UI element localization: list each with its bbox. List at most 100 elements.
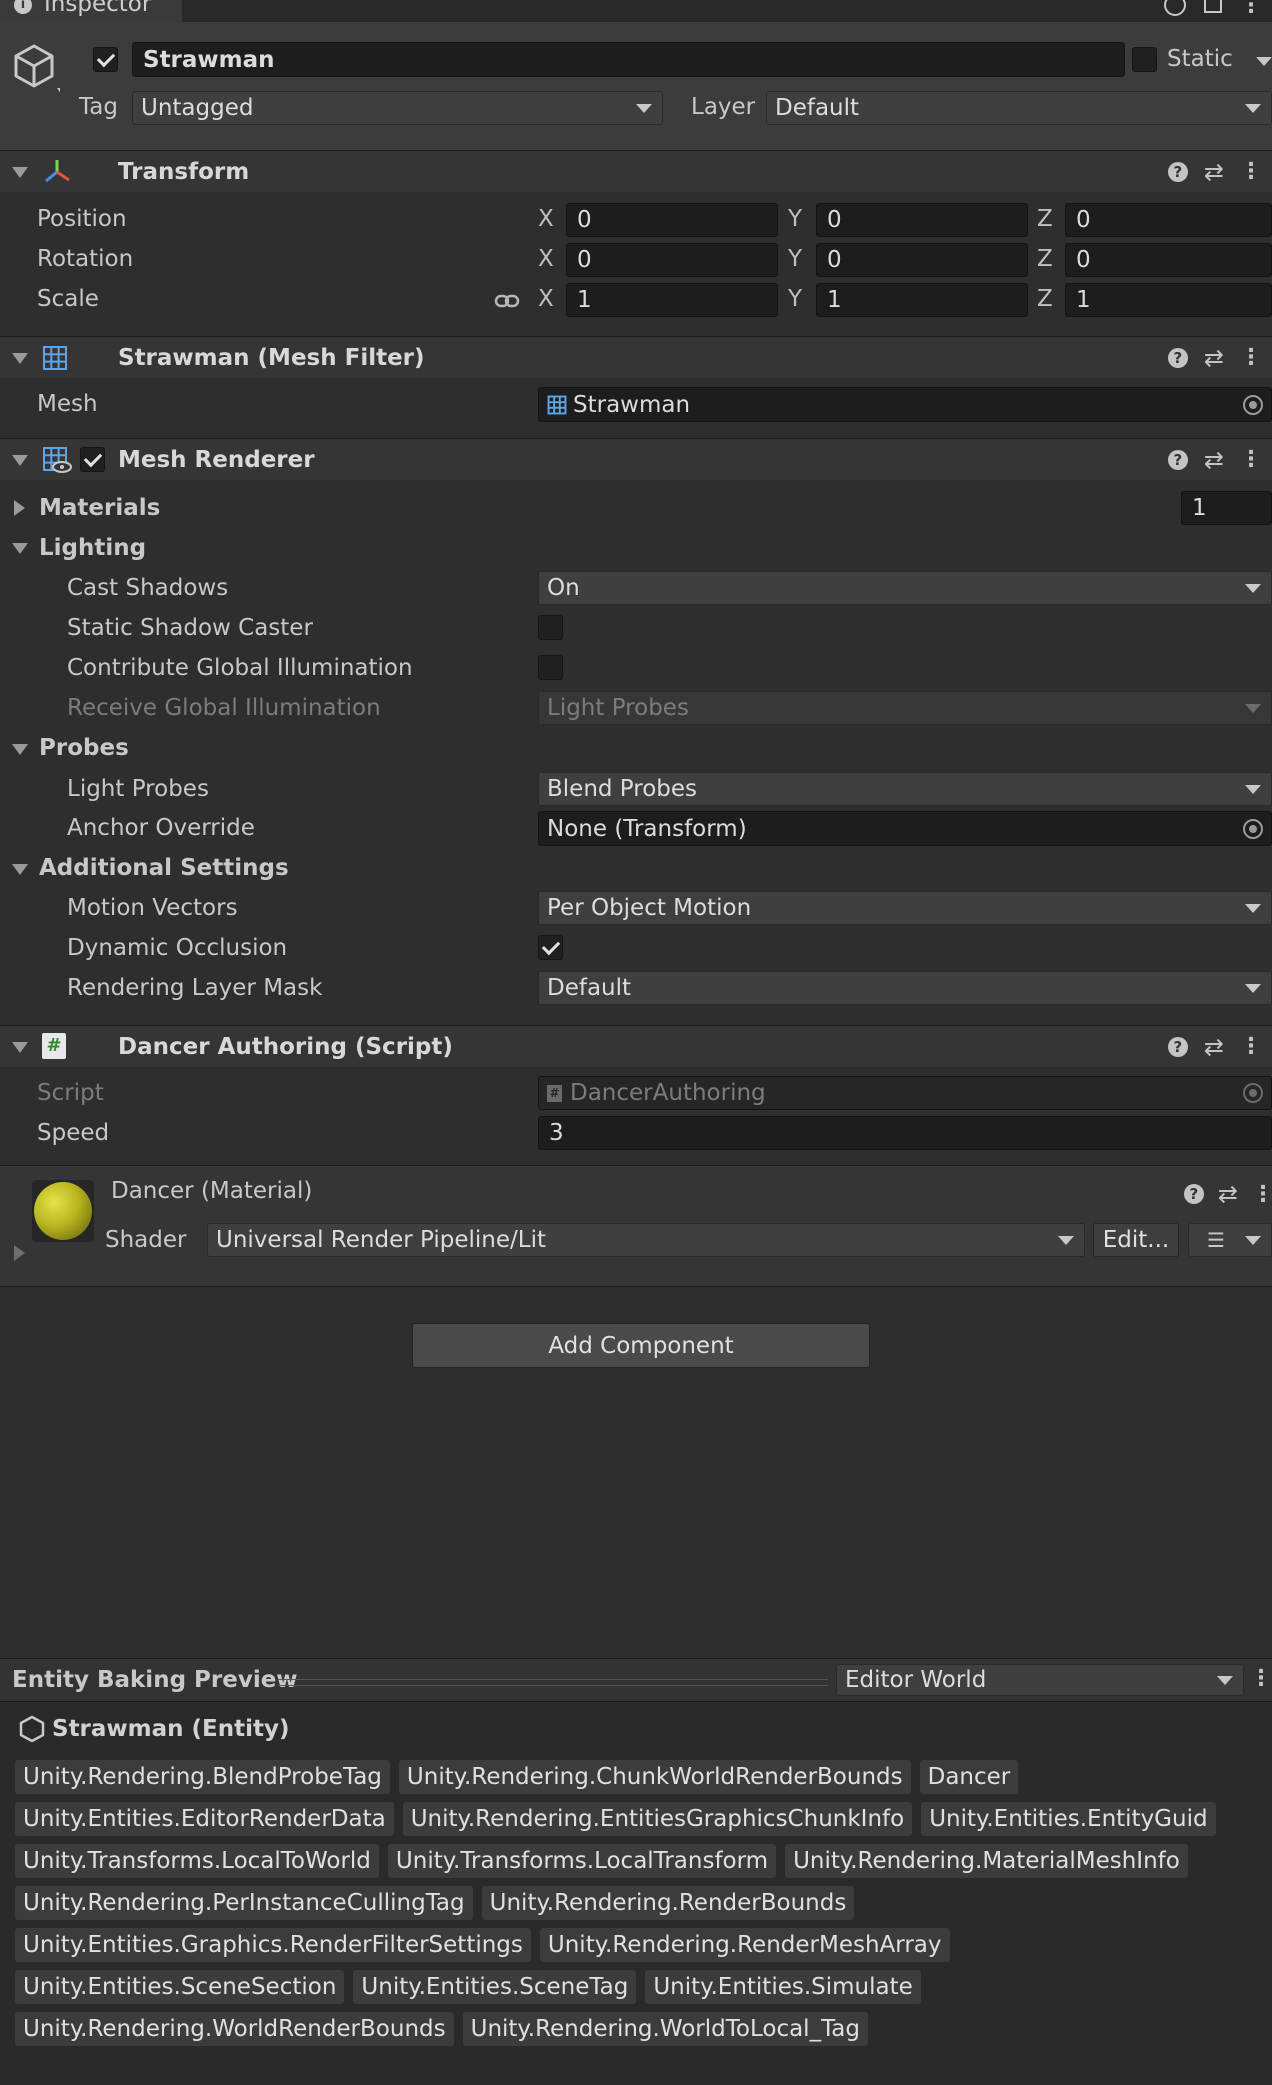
- foldout-arrow-icon[interactable]: [12, 353, 28, 364]
- lock-icon[interactable]: [1164, 0, 1186, 16]
- rendering-layer-mask-label: Rendering Layer Mask: [67, 975, 323, 1001]
- baking-preview-title: Entity Baking Preview: [12, 1667, 298, 1693]
- object-picker-icon: [1243, 1083, 1263, 1103]
- chevron-down-icon: [1245, 984, 1261, 993]
- mesh-filter-title: Strawman (Mesh Filter): [118, 344, 425, 371]
- lighting-label[interactable]: Lighting: [39, 535, 146, 561]
- help-icon[interactable]: ?: [1167, 347, 1188, 368]
- position-y-field[interactable]: 0: [816, 203, 1028, 237]
- scale-z-field[interactable]: 1: [1065, 283, 1272, 317]
- dynamic-occlusion-checkbox[interactable]: [538, 935, 563, 960]
- material-options-dropdown[interactable]: ☰: [1188, 1223, 1272, 1257]
- materials-foldout-icon[interactable]: [14, 500, 25, 516]
- component-chip: Unity.Rendering.MaterialMeshInfo: [785, 1844, 1188, 1878]
- help-icon[interactable]: ?: [1167, 1036, 1188, 1057]
- rotation-z-field[interactable]: 0: [1065, 243, 1272, 277]
- component-menu-icon[interactable]: ⋮: [1240, 1034, 1262, 1059]
- help-icon[interactable]: ?: [1183, 1184, 1204, 1204]
- object-active-checkbox[interactable]: [93, 47, 118, 72]
- scale-z-axis: Z: [1037, 286, 1053, 312]
- position-z-field[interactable]: 0: [1065, 203, 1272, 237]
- preset-icon[interactable]: ⇄: [1218, 1180, 1238, 1208]
- materials-label[interactable]: Materials: [39, 495, 160, 521]
- baking-preview-menu-icon[interactable]: ⋮: [1250, 1666, 1272, 1691]
- probes-label[interactable]: Probes: [39, 735, 129, 761]
- material-menu-icon[interactable]: ⋮: [1252, 1182, 1272, 1207]
- mesh-object-field[interactable]: Strawman: [538, 387, 1272, 422]
- object-picker-icon[interactable]: [1243, 818, 1263, 839]
- tag-dropdown[interactable]: Untagged: [132, 91, 663, 125]
- shader-dropdown[interactable]: Universal Render Pipeline/Lit: [207, 1223, 1085, 1257]
- mesh-grid-icon: [42, 345, 68, 377]
- material-foldout-icon[interactable]: [14, 1245, 25, 1261]
- object-name-field[interactable]: Strawman: [132, 42, 1125, 77]
- scale-x-field[interactable]: 1: [566, 283, 778, 317]
- mesh-renderer-enabled-checkbox[interactable]: [80, 447, 105, 472]
- add-component-button[interactable]: Add Component: [412, 1323, 870, 1368]
- motion-vectors-value: Per Object Motion: [547, 895, 752, 921]
- additional-settings-label[interactable]: Additional Settings: [39, 855, 289, 881]
- light-probes-value: Blend Probes: [547, 776, 698, 802]
- dancer-authoring-header[interactable]: # Dancer Authoring (Script) ? ⇄ ⋮: [0, 1025, 1272, 1067]
- layer-value: Default: [775, 95, 860, 121]
- component-menu-icon[interactable]: ⋮: [1240, 345, 1262, 370]
- static-checkbox[interactable]: [1132, 47, 1157, 72]
- chevron-down-icon: [1245, 104, 1261, 113]
- motion-vectors-dropdown[interactable]: Per Object Motion: [538, 891, 1272, 925]
- dancer-authoring-header-icons: ? ⇄ ⋮: [1167, 1026, 1262, 1067]
- mesh-label: Mesh: [37, 391, 98, 417]
- static-dropdown-arrow[interactable]: [1256, 57, 1272, 66]
- component-chip: Unity.Entities.EditorRenderData: [15, 1802, 394, 1836]
- preset-icon[interactable]: ⇄: [1204, 344, 1224, 372]
- component-menu-icon[interactable]: ⋮: [1240, 447, 1262, 472]
- preset-icon[interactable]: ⇄: [1204, 446, 1224, 474]
- speed-field[interactable]: 3: [538, 1116, 1272, 1150]
- receive-gi-label: Receive Global Illumination: [67, 695, 381, 721]
- mesh-grid-icon: [547, 395, 567, 414]
- link-icon[interactable]: [494, 290, 520, 316]
- foldout-arrow-icon[interactable]: [12, 1042, 28, 1053]
- probes-foldout-icon[interactable]: [12, 744, 28, 755]
- mesh-renderer-title: Mesh Renderer: [118, 446, 315, 473]
- materials-count-field[interactable]: 1: [1181, 491, 1272, 525]
- component-chip: Unity.Entities.Simulate: [645, 1970, 921, 2004]
- transform-title: Transform: [118, 158, 250, 185]
- foldout-arrow-icon[interactable]: [12, 455, 28, 466]
- transform-header[interactable]: Transform ? ⇄ ⋮: [0, 150, 1272, 192]
- position-x-field[interactable]: 0: [566, 203, 778, 237]
- contribute-gi-checkbox[interactable]: [538, 655, 563, 680]
- scale-y-field[interactable]: 1: [816, 283, 1028, 317]
- mesh-filter-header[interactable]: Strawman (Mesh Filter) ? ⇄ ⋮: [0, 336, 1272, 378]
- rotation-x-field[interactable]: 0: [566, 243, 778, 277]
- help-icon[interactable]: ?: [1167, 161, 1188, 182]
- shader-edit-button[interactable]: Edit...: [1093, 1223, 1179, 1257]
- light-probes-dropdown[interactable]: Blend Probes: [538, 772, 1272, 806]
- component-menu-icon[interactable]: ⋮: [1240, 159, 1262, 184]
- chevron-down-icon: [1058, 1236, 1074, 1245]
- maximize-icon[interactable]: [1204, 0, 1222, 13]
- rendering-layer-mask-dropdown[interactable]: Default: [538, 971, 1272, 1005]
- mesh-renderer-header[interactable]: Mesh Renderer ? ⇄ ⋮: [0, 438, 1272, 480]
- rotation-y-field[interactable]: 0: [816, 243, 1028, 277]
- cast-shadows-label: Cast Shadows: [67, 575, 229, 601]
- cast-shadows-dropdown[interactable]: On: [538, 571, 1272, 605]
- world-value: Editor World: [845, 1667, 987, 1693]
- object-picker-icon[interactable]: [1243, 394, 1263, 415]
- world-dropdown[interactable]: Editor World: [836, 1664, 1244, 1696]
- lighting-foldout-icon[interactable]: [12, 543, 28, 554]
- additional-settings-foldout-icon[interactable]: [12, 864, 28, 875]
- anchor-override-field[interactable]: None (Transform): [538, 811, 1272, 846]
- inspector-tab[interactable]: i Inspector: [0, 0, 182, 22]
- help-icon[interactable]: ?: [1167, 449, 1188, 470]
- scale-y-axis: Y: [788, 286, 803, 312]
- static-shadow-caster-checkbox[interactable]: [538, 615, 563, 640]
- foldout-arrow-icon[interactable]: [12, 167, 28, 178]
- layer-dropdown[interactable]: Default: [766, 91, 1272, 125]
- tab-menu-icon[interactable]: ⋮: [1240, 0, 1262, 18]
- material-header-icons: ? ⇄ ⋮: [1183, 1180, 1272, 1208]
- preset-icon[interactable]: ⇄: [1204, 158, 1224, 186]
- script-hash-icon: #: [547, 1084, 562, 1102]
- scale-x-axis: X: [538, 286, 554, 312]
- gameobject-cube-icon: [12, 42, 65, 100]
- preset-icon[interactable]: ⇄: [1204, 1033, 1224, 1061]
